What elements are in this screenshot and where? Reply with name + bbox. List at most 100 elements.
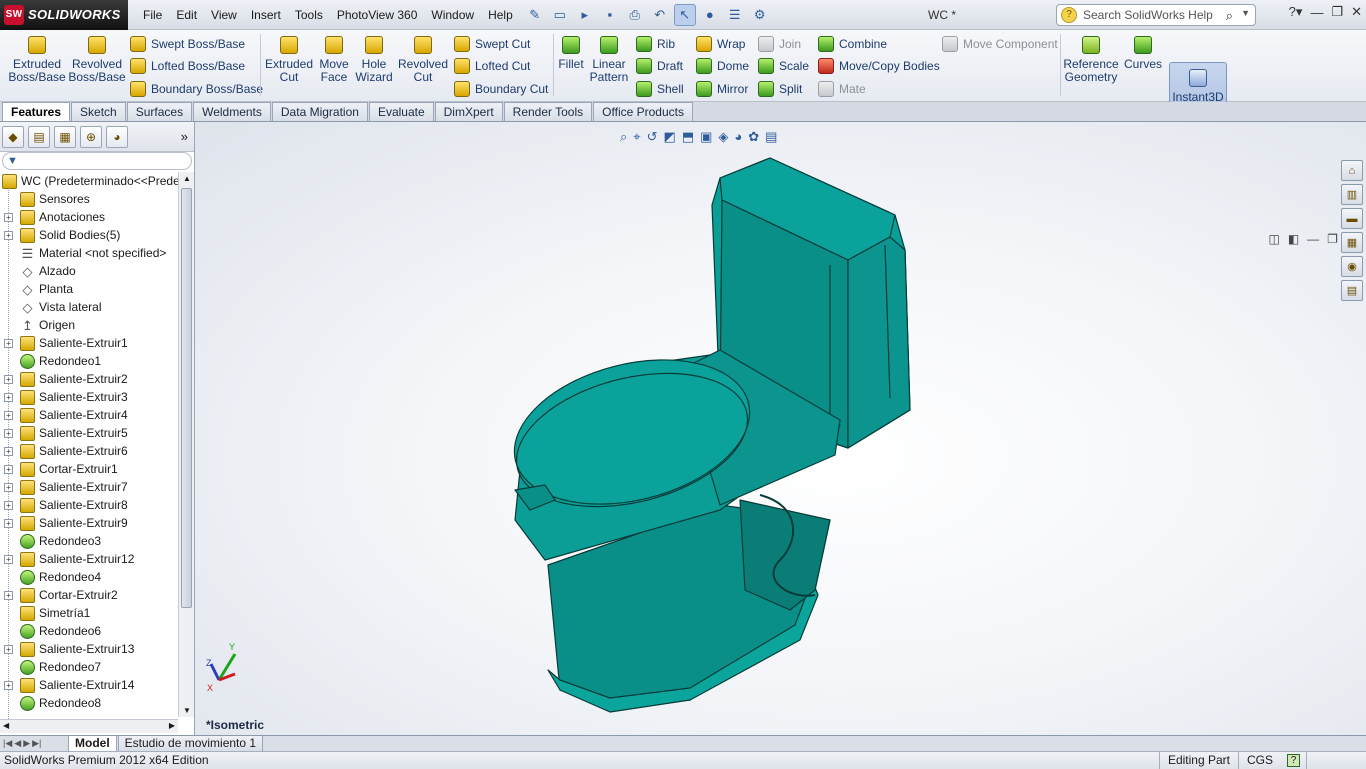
tab-evaluate[interactable]: Evaluate xyxy=(368,102,434,121)
reference-geometry-button[interactable]: Reference Geometry xyxy=(1063,30,1119,84)
menu-view[interactable]: View xyxy=(204,0,244,30)
first-tab-icon[interactable]: |◀ xyxy=(3,738,12,749)
print-icon[interactable]: ⎙ xyxy=(624,4,646,26)
expand-toggle-icon[interactable]: + xyxy=(4,374,13,384)
tree-item[interactable]: + Cortar-Extruir1 xyxy=(0,460,178,478)
viewport-restore-icon[interactable]: ❐ xyxy=(1327,232,1338,246)
viewport-tile-icon[interactable]: ◫ xyxy=(1268,232,1279,246)
move-face-button[interactable]: Move Face xyxy=(316,30,352,84)
boundary-boss-button[interactable]: Boundary Boss/Base xyxy=(130,81,263,97)
units-selector[interactable]: CGS xyxy=(1237,751,1281,769)
hole-wizard-button[interactable]: Hole Wizard xyxy=(354,30,394,84)
tree-item[interactable]: + Anotaciones xyxy=(0,208,178,226)
save-icon[interactable]: ▪ xyxy=(599,4,621,26)
tree-filter[interactable]: ▼ xyxy=(2,152,192,170)
tree-item[interactable]: Redondeo1 xyxy=(0,352,178,370)
appearances-icon[interactable]: ◉ xyxy=(1341,256,1363,277)
menu-window[interactable]: Window xyxy=(424,0,481,30)
tab-features[interactable]: Features xyxy=(2,102,71,121)
expand-toggle-icon[interactable]: + xyxy=(4,428,13,438)
tab-dimxpert[interactable]: DimXpert xyxy=(434,102,503,121)
scroll-thumb[interactable] xyxy=(181,188,192,608)
mate-button[interactable]: Mate xyxy=(818,81,866,97)
search-icon[interactable]: ⌕ xyxy=(1226,8,1233,24)
tree-item[interactable]: + Saliente-Extruir4 xyxy=(0,406,178,424)
pin-icon[interactable]: ✎ xyxy=(524,4,546,26)
shell-button[interactable]: Shell xyxy=(636,81,684,97)
revolved-cut-button[interactable]: Revolved Cut xyxy=(398,30,448,84)
menu-photoview[interactable]: PhotoView 360 xyxy=(330,0,425,30)
tree-item[interactable]: ◇ Alzado xyxy=(0,262,178,280)
open-folder-icon[interactable]: ▸ xyxy=(574,4,596,26)
toilet-model[interactable] xyxy=(195,122,1366,735)
dimxpert-manager-icon[interactable]: ⊕ xyxy=(80,125,102,148)
scroll-left-icon[interactable]: ◀ xyxy=(3,721,9,730)
select-cursor-icon[interactable]: ↖ xyxy=(673,3,696,26)
move-copy-bodies-button[interactable]: Move/Copy Bodies xyxy=(818,58,940,74)
solidworks-logo[interactable]: SW SOLIDWORKS xyxy=(0,0,128,30)
tree-item[interactable]: + Saliente-Extruir5 xyxy=(0,424,178,442)
tree-item[interactable]: Redondeo4 xyxy=(0,568,178,586)
viewport-split-icon[interactable]: ◧ xyxy=(1288,232,1299,246)
wrap-button[interactable]: Wrap xyxy=(696,36,745,52)
hide-show-items-icon[interactable]: ◈ xyxy=(718,129,728,145)
menu-file[interactable]: File xyxy=(136,0,169,30)
expand-toggle-icon[interactable]: + xyxy=(4,482,13,492)
zoom-to-area-icon[interactable]: ⌖ xyxy=(633,129,640,145)
tree-item[interactable]: Redondeo8 xyxy=(0,694,178,712)
design-library-icon[interactable]: ▥ xyxy=(1341,184,1363,205)
lofted-boss-button[interactable]: Lofted Boss/Base xyxy=(130,58,245,74)
swept-boss-button[interactable]: Swept Boss/Base xyxy=(130,36,245,52)
tree-item[interactable]: + Saliente-Extruir12 xyxy=(0,550,178,568)
revolved-boss-button[interactable]: Revolved Boss/Base xyxy=(68,30,126,84)
tree-item[interactable]: + Saliente-Extruir7 xyxy=(0,478,178,496)
feature-manager-tree-icon[interactable]: ◆ xyxy=(2,125,24,148)
undo-icon[interactable]: ↶ xyxy=(649,4,671,26)
tree-item[interactable]: ◇ Planta xyxy=(0,280,178,298)
expand-toggle-icon[interactable]: + xyxy=(4,338,13,348)
tree-item[interactable]: ☰ Material <not specified> xyxy=(0,244,178,262)
swept-cut-button[interactable]: Swept Cut xyxy=(454,36,530,52)
expand-toggle-icon[interactable]: + xyxy=(4,680,13,690)
expand-toggle-icon[interactable]: + xyxy=(4,464,13,474)
expand-chevron-icon[interactable]: » xyxy=(181,129,188,144)
tab-office-products[interactable]: Office Products xyxy=(593,102,693,121)
new-document-icon[interactable]: ▭ xyxy=(549,4,571,26)
join-button[interactable]: Join xyxy=(758,36,801,52)
expand-toggle-icon[interactable]: + xyxy=(4,590,13,600)
custom-properties-icon[interactable]: ▤ xyxy=(1341,280,1363,301)
help-menu-icon[interactable]: ?▾ xyxy=(1289,4,1303,20)
rib-button[interactable]: Rib xyxy=(636,36,675,52)
tree-item[interactable]: Simetría1 xyxy=(0,604,178,622)
display-style-icon[interactable]: ▣ xyxy=(700,129,712,145)
configuration-manager-icon[interactable]: ▦ xyxy=(54,125,76,148)
extruded-boss-button[interactable]: Extruded Boss/Base xyxy=(8,30,66,84)
file-properties-icon[interactable]: ☰ xyxy=(724,4,746,26)
expand-toggle-icon[interactable]: + xyxy=(4,500,13,510)
next-tab-icon[interactable]: ▶ xyxy=(23,738,30,749)
tree-item[interactable]: + Saliente-Extruir1 xyxy=(0,334,178,352)
prev-tab-icon[interactable]: ◀ xyxy=(14,738,21,749)
view-orientation-icon[interactable]: ⬒ xyxy=(682,129,694,145)
last-tab-icon[interactable]: ▶| xyxy=(32,738,41,749)
tree-item[interactable]: Sensores xyxy=(0,190,178,208)
restore-icon[interactable]: ❐ xyxy=(1331,4,1343,20)
tree-item[interactable]: + Saliente-Extruir13 xyxy=(0,640,178,658)
expand-toggle-icon[interactable]: + xyxy=(4,230,13,240)
display-manager-icon[interactable]: ◕ xyxy=(106,125,128,148)
tree-vertical-scrollbar[interactable]: ▲ ▼ xyxy=(178,172,194,717)
tree-item[interactable]: + Cortar-Extruir2 xyxy=(0,586,178,604)
solidworks-resources-icon[interactable]: ⌂ xyxy=(1341,160,1363,181)
split-button[interactable]: Split xyxy=(758,81,802,97)
chevron-down-icon[interactable]: ▼ xyxy=(1241,8,1250,18)
menu-tools[interactable]: Tools xyxy=(288,0,330,30)
fillet-button[interactable]: Fillet xyxy=(556,30,586,71)
expand-toggle-icon[interactable]: + xyxy=(4,554,13,564)
rebuild-icon[interactable]: ● xyxy=(699,4,721,26)
menu-edit[interactable]: Edit xyxy=(169,0,204,30)
property-manager-icon[interactable]: ▤ xyxy=(28,125,50,148)
help-search-box[interactable]: ? Search SolidWorks Help ⌕ ▼ xyxy=(1056,4,1256,26)
tab-motion-study[interactable]: Estudio de movimiento 1 xyxy=(117,735,264,752)
scroll-right-icon[interactable]: ▶ xyxy=(169,721,175,730)
expand-toggle-icon[interactable]: + xyxy=(4,392,13,402)
